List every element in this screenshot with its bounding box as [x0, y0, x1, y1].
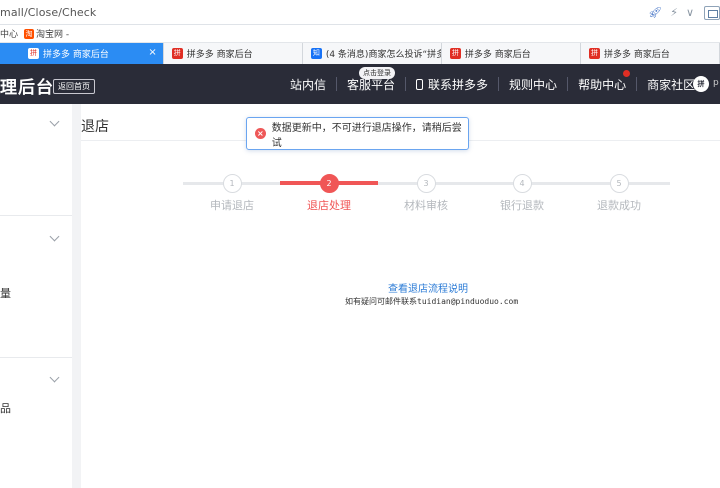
sidebar-item[interactable]: 品	[0, 400, 11, 416]
brand-title: 理后台	[0, 78, 54, 98]
sidebar-divider	[0, 215, 72, 216]
chevron-down-icon[interactable]	[49, 372, 60, 383]
process-help-link[interactable]: 查看退店流程说明	[388, 280, 468, 295]
favorite-item-taobao[interactable]: 淘 淘宝网 -	[24, 27, 69, 40]
main-content: 退店 × 数据更新中，不可进行退店操作，请稍后尝试 1 申请退店 2 退店处理 …	[81, 104, 720, 488]
toast-message: 数据更新中，不可进行退店操作，请稍后尝试	[271, 122, 462, 149]
browser-tab[interactable]: 拼 拼多多 商家后台 ×	[0, 43, 164, 64]
back-home-button[interactable]: 返回首页	[53, 79, 95, 94]
step-label: 材料审核	[404, 199, 448, 212]
browser-tab[interactable]: 拼 拼多多 商家后台	[441, 43, 581, 64]
nav-customer-service[interactable]: 客服平台	[337, 76, 405, 93]
step-label: 银行退款	[500, 199, 544, 212]
nav-help-label: 帮助中心	[578, 77, 627, 92]
step-processing: 2 退店处理	[289, 174, 369, 213]
step-label: 退店处理	[307, 199, 351, 212]
extension-icon[interactable]	[704, 5, 720, 20]
step-label: 申请退店	[210, 199, 254, 212]
step-bank-refund: 4 银行退款	[482, 174, 562, 213]
nav-contact[interactable]: 联系拼多多	[406, 76, 498, 93]
avatar[interactable]: 拼	[693, 76, 709, 92]
lightning-icon[interactable]: ⚡︎	[670, 6, 678, 19]
chevron-down-icon[interactable]	[49, 231, 60, 242]
browser-tab[interactable]: 拼 拼多多 商家后台	[580, 43, 720, 64]
contact-email-text: 如有疑问可邮件联系tuidian@pinduoduo.com	[345, 297, 519, 306]
taobao-icon: 淘	[24, 28, 35, 39]
sidebar-item[interactable]: 量	[0, 285, 11, 301]
error-icon: ×	[255, 128, 266, 139]
step-number: 5	[609, 174, 629, 193]
url-text[interactable]: mall/Close/Check	[0, 6, 96, 19]
top-nav: 站内信 客服平台 联系拼多多 规则中心 帮助中心 商家社区	[280, 64, 707, 104]
step-review: 3 材料审核	[386, 174, 466, 213]
zhihu-icon: 知	[310, 48, 322, 59]
pinduoduo-icon: 拼	[28, 48, 39, 59]
favorite-label: 中心	[0, 30, 19, 40]
page-title: 退店	[81, 119, 109, 135]
step-number: 1	[222, 174, 242, 193]
notification-dot	[623, 69, 631, 77]
nav-contact-label: 联系拼多多	[428, 77, 489, 92]
user-name[interactable]: p	[713, 78, 719, 88]
step-number: 2	[319, 174, 339, 193]
phone-icon	[416, 78, 424, 90]
chevron-down-icon[interactable]	[49, 116, 60, 127]
rocket-icon[interactable]: 🚀︎	[648, 6, 662, 19]
favorite-label: 淘宝网 -	[36, 30, 70, 40]
app-header: 理后台 返回首页 点击登录 站内信 客服平台 联系拼多多 规则中心 帮助中心 商…	[0, 64, 720, 104]
step-label: 退款成功	[597, 199, 641, 212]
step-refund-success: 5 退款成功	[579, 174, 659, 213]
step-apply: 1 申请退店	[192, 174, 272, 213]
browser-tab[interactable]: 拼 拼多多 商家后台	[163, 43, 303, 64]
pinduoduo-icon: 拼	[588, 48, 600, 59]
sidebar: 量 品	[0, 104, 72, 488]
nav-inbox[interactable]: 站内信	[280, 76, 336, 93]
progress-steps: 1 申请退店 2 退店处理 3 材料审核 4 银行退款 5 退款成功	[183, 174, 670, 214]
error-toast: × 数据更新中，不可进行退店操作，请稍后尝试	[246, 117, 469, 150]
tab-label: 拼多多 商家后台	[186, 50, 253, 60]
address-bar[interactable]: mall/Close/Check 🚀︎ ⚡︎ ∨	[0, 0, 720, 25]
favorite-item[interactable]: 中心	[0, 27, 18, 40]
sidebar-divider	[0, 357, 72, 358]
tab-label: 拼多多 商家后台	[464, 50, 531, 60]
favorites-bar: 中心 淘 淘宝网 -	[0, 25, 720, 43]
tab-label: (4 条消息)商家怎么投诉“拼多	[325, 50, 442, 60]
pinduoduo-icon: 拼	[449, 48, 461, 59]
step-number: 4	[512, 174, 532, 193]
tab-label: 拼多多 商家后台	[43, 50, 109, 60]
nav-rules[interactable]: 规则中心	[499, 76, 567, 93]
chevron-down-icon[interactable]: ∨	[686, 6, 694, 19]
pinduoduo-icon: 拼	[171, 48, 183, 59]
close-icon[interactable]: ×	[148, 47, 156, 58]
browser-tab[interactable]: 知 (4 条消息)商家怎么投诉“拼多	[302, 43, 442, 64]
step-number: 3	[416, 174, 436, 193]
browser-tab-bar: 拼 拼多多 商家后台 × 拼 拼多多 商家后台 知 (4 条消息)商家怎么投诉“…	[0, 43, 720, 64]
nav-help[interactable]: 帮助中心	[568, 69, 636, 93]
address-bar-icons: 🚀︎ ⚡︎ ∨	[640, 0, 720, 25]
tab-label: 拼多多 商家后台	[603, 50, 670, 60]
